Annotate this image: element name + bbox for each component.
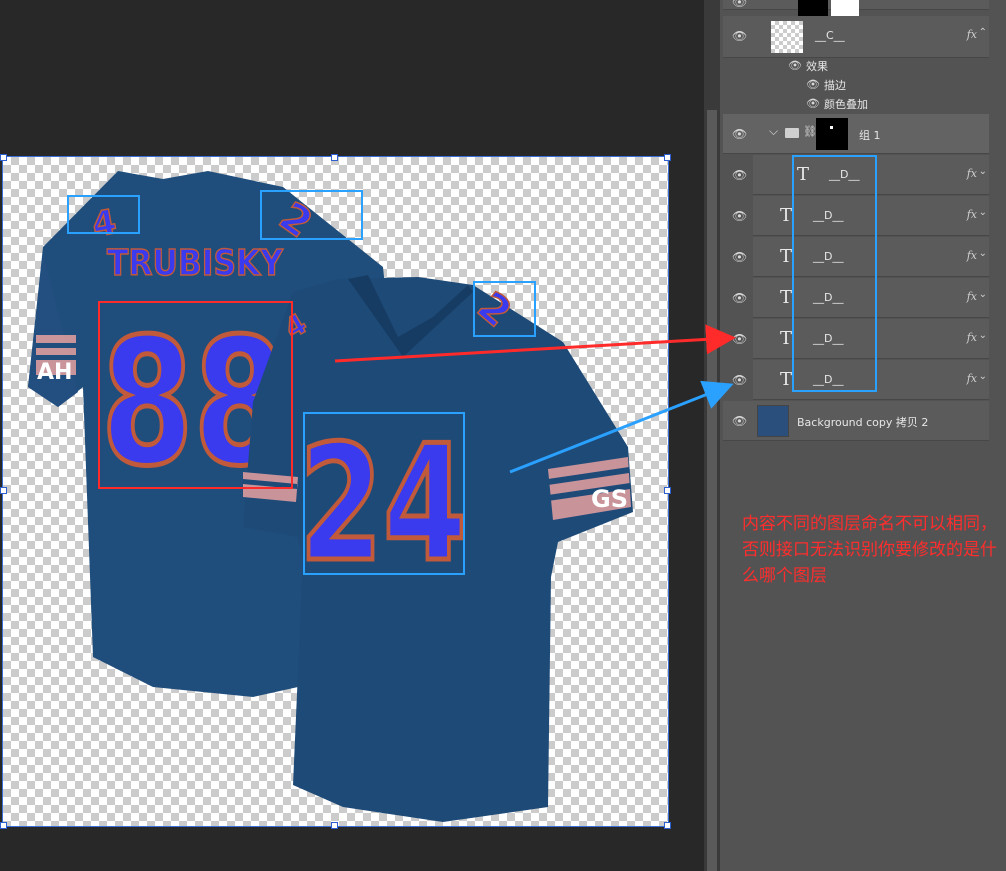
chevron-down-icon[interactable]: ⌄	[979, 330, 987, 341]
chevron-down-icon[interactable]: ⌄	[979, 207, 987, 218]
transform-handle-bm[interactable]	[331, 822, 338, 829]
layer-name: Background copy 拷贝 2	[797, 416, 929, 429]
front-number-24: 24	[299, 410, 467, 597]
expand-chevron-icon[interactable]: ⌵	[769, 124, 778, 139]
chevron-down-icon[interactable]: ⌄	[979, 289, 987, 300]
layer-thumbnail	[771, 21, 803, 53]
eye-icon[interactable]: 👁	[732, 169, 747, 181]
eye-icon[interactable]: 👁	[732, 292, 747, 304]
eye-icon[interactable]: 👁	[732, 374, 747, 386]
text-layer-row[interactable]: 👁 T __D__ fx ⌄	[732, 278, 989, 318]
canvas-scrollbar-thumb[interactable]	[707, 110, 717, 871]
layer-row-group1[interactable]: 👁 ⌵ ⛓ 组 1	[723, 114, 989, 154]
eye-icon[interactable]: 👁	[732, 30, 747, 42]
front-sleeve-text: GS	[591, 485, 628, 513]
eye-icon[interactable]: 👁	[806, 97, 820, 110]
fx-icon[interactable]: fx	[967, 290, 977, 303]
layer-name: __D__	[813, 291, 844, 304]
fx-icon[interactable]: fx	[967, 372, 977, 385]
text-layer-row[interactable]: 👁 T __D__ fx ⌄	[732, 196, 989, 236]
eye-icon[interactable]: 👁	[732, 333, 747, 345]
folder-icon	[785, 128, 799, 138]
text-layer-row[interactable]: 👁 T __D__ fx ⌄	[732, 360, 989, 400]
transform-handle-bl[interactable]	[0, 822, 7, 829]
layer-name: __D__	[813, 250, 844, 263]
text-layer-row[interactable]: 👁 T __D__ fx ⌄	[732, 237, 989, 277]
document-canvas-area[interactable]: AH TRUBISKY 88 4 2 GS 24 2 4	[0, 0, 706, 871]
eye-icon[interactable]: 👁	[732, 128, 747, 140]
effects-label: 效果	[806, 60, 828, 73]
eye-icon[interactable]: 👁	[788, 59, 802, 72]
annotation-note: 内容不同的图层命名不可以相同，否则接口无法识别你要修改的是什么哪个图层	[742, 514, 997, 586]
text-type-icon: T	[780, 246, 793, 267]
layer-name: 组 1	[859, 129, 881, 142]
transform-handle-br[interactable]	[664, 822, 671, 829]
transform-handle-mr[interactable]	[664, 487, 671, 494]
link-icon: ⛓	[803, 125, 817, 138]
fx-icon[interactable]: fx	[967, 249, 977, 262]
group-mask-thumbnail	[816, 118, 848, 150]
effect-stroke[interactable]: 描边	[824, 77, 846, 93]
layer-name: __D__	[813, 332, 844, 345]
text-type-icon: T	[780, 369, 793, 390]
text-type-icon: T	[780, 287, 793, 308]
eye-icon[interactable]: 👁	[732, 210, 747, 222]
text-layer-row[interactable]: 👁 T __D__ fx ⌄	[732, 319, 989, 359]
fx-icon[interactable]: fx	[967, 167, 977, 180]
chevron-down-icon[interactable]: ⌄	[979, 248, 987, 259]
eye-icon[interactable]: 👁	[732, 0, 747, 8]
layer-name: __D__	[829, 168, 860, 181]
effect-color-overlay[interactable]: 颜色叠加	[824, 96, 868, 112]
text-type-icon: T	[780, 328, 793, 349]
transform-handle-tl[interactable]	[0, 154, 7, 161]
text-layer-row[interactable]: 👁 T __D__ fx ⌄	[732, 155, 989, 195]
text-type-icon: T	[797, 164, 810, 185]
transparent-canvas[interactable]: AH TRUBISKY 88 4 2 GS 24 2 4	[2, 156, 669, 827]
chevron-down-icon[interactable]: ⌄	[979, 166, 987, 177]
fx-icon[interactable]: fx	[967, 208, 977, 221]
chevron-up-icon[interactable]: ⌃	[979, 27, 987, 38]
layer-row-c[interactable]: 👁 __C__ fx ⌃	[723, 16, 989, 58]
layer-name: __C__	[815, 29, 845, 42]
transform-handle-tr[interactable]	[664, 154, 671, 161]
eye-icon[interactable]: 👁	[732, 415, 747, 427]
eye-icon[interactable]: 👁	[806, 78, 820, 91]
layer-name: __D__	[813, 209, 844, 222]
back-sleeve-text: AH	[37, 360, 72, 385]
chevron-down-icon[interactable]: ⌄	[979, 371, 987, 382]
background-thumbnail	[757, 405, 789, 437]
jersey-artwork: AH TRUBISKY 88 4 2 GS 24 2 4	[28, 171, 633, 822]
layer-name: __D__	[813, 373, 844, 386]
layer-row-background[interactable]: 👁 Background copy 拷贝 2	[723, 401, 989, 441]
text-type-icon: T	[780, 205, 793, 226]
transform-handle-tm[interactable]	[331, 154, 338, 161]
fx-icon[interactable]: fx	[967, 28, 977, 41]
back-name-text: TRUBISKY	[107, 243, 284, 284]
fx-icon[interactable]: fx	[967, 331, 977, 344]
layer-row-top-partial[interactable]: 👁	[723, 0, 989, 20]
eye-icon[interactable]: 👁	[732, 251, 747, 263]
transform-handle-ml[interactable]	[0, 487, 7, 494]
